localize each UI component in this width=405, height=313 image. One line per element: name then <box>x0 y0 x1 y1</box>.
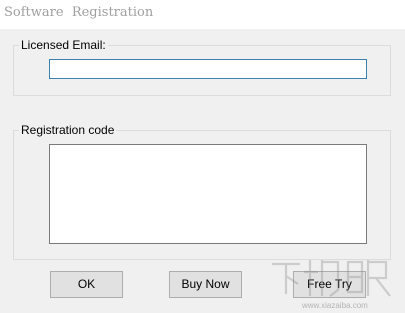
licensed-email-label: Licensed Email: <box>19 38 108 52</box>
email-field[interactable] <box>49 59 367 79</box>
free-try-button[interactable]: Free Try <box>293 271 366 298</box>
registration-code-label: Registration code <box>19 123 117 137</box>
buy-now-button[interactable]: Buy Now <box>169 271 242 298</box>
window-title: Software Registration <box>4 5 154 20</box>
ok-button[interactable]: OK <box>50 271 123 298</box>
watermark-url: www.xiazaiba.com <box>301 301 368 310</box>
title-bar[interactable]: Software Registration <box>0 0 405 29</box>
registration-dialog: Software Registration Licensed Email: Re… <box>0 0 405 313</box>
registration-code-field[interactable] <box>49 144 367 244</box>
